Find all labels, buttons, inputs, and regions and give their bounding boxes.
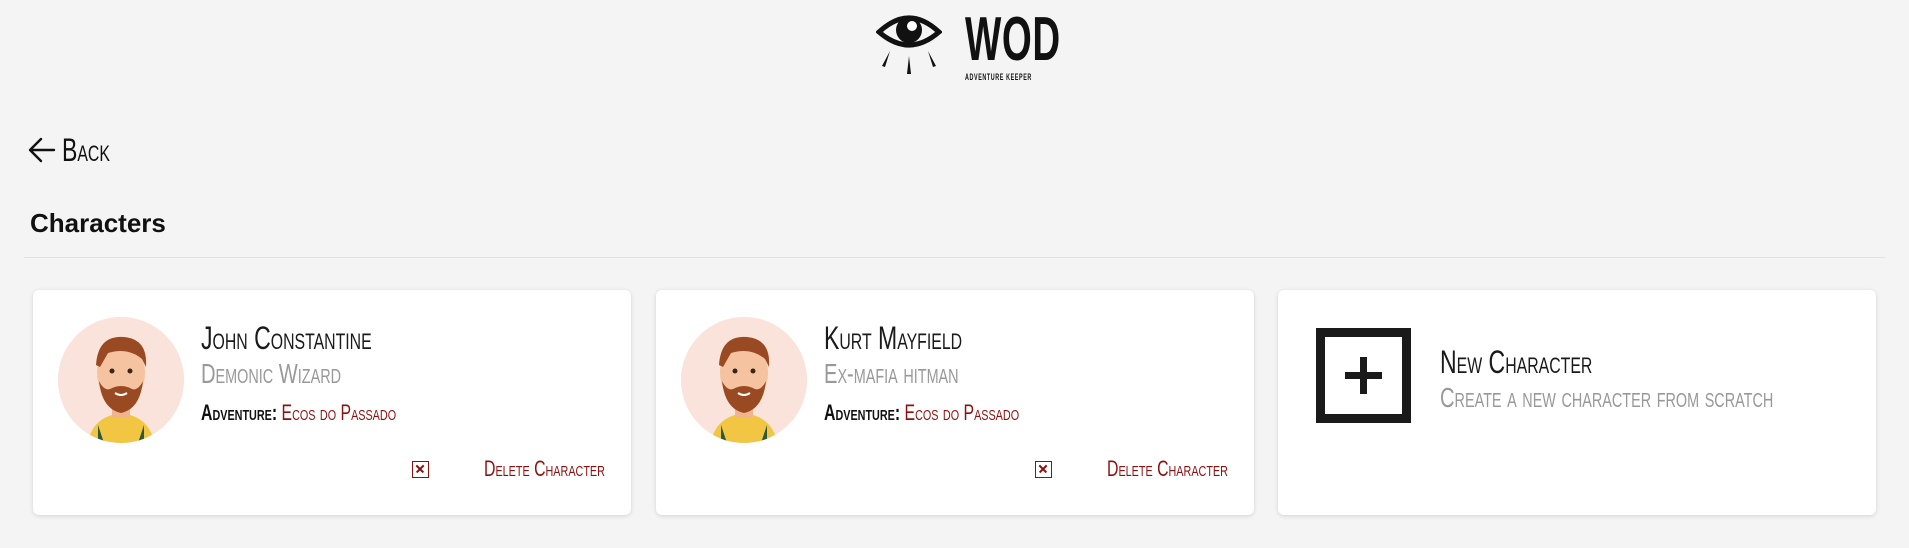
delete-x-icon [1035, 460, 1053, 478]
logo-wordmark: WOD [965, 5, 1061, 74]
new-character-subtitle: Create a new character from scratch [1440, 382, 1774, 413]
new-character-title: New Character [1440, 344, 1593, 380]
delete-character-button[interactable]: Delete Character [412, 456, 605, 482]
arrow-left-icon [28, 137, 56, 163]
adventure-label: Adventure: [824, 400, 901, 425]
app-logo: WOD ADVENTURE KEEPER [876, 8, 1060, 82]
avatar [681, 317, 807, 443]
character-card[interactable]: Kurt Mayfield Ex-mafia hitman Adventure:… [656, 290, 1254, 515]
delete-character-button[interactable]: Delete Character [1035, 456, 1228, 482]
adventure-link[interactable]: Ecos do Passado [905, 400, 1020, 425]
character-adventure: Adventure: Ecos do Passado [201, 400, 396, 426]
avatar [58, 317, 184, 443]
back-label: Back [62, 131, 110, 168]
character-card[interactable]: John Constantine Demonic Wizard Adventur… [33, 290, 631, 515]
character-adventure: Adventure: Ecos do Passado [824, 400, 1019, 426]
character-name: Kurt Mayfield [824, 320, 963, 356]
eye-logo-icon [876, 15, 942, 74]
delete-label: Delete Character [484, 456, 605, 481]
back-button[interactable]: Back [28, 131, 129, 168]
new-character-card[interactable]: New Character Create a new character fro… [1278, 290, 1876, 515]
adventure-link[interactable]: Ecos do Passado [282, 400, 397, 425]
logo-subtitle: ADVENTURE KEEPER [965, 72, 1032, 82]
character-role: Demonic Wizard [201, 358, 341, 389]
page-title: Characters [30, 208, 166, 238]
plus-box-icon[interactable] [1316, 328, 1411, 423]
divider [24, 257, 1885, 258]
adventure-label: Adventure: [201, 400, 278, 425]
delete-label: Delete Character [1107, 456, 1228, 481]
character-role: Ex-mafia hitman [824, 358, 959, 389]
character-name: John Constantine [201, 320, 372, 356]
delete-x-icon [412, 460, 430, 478]
